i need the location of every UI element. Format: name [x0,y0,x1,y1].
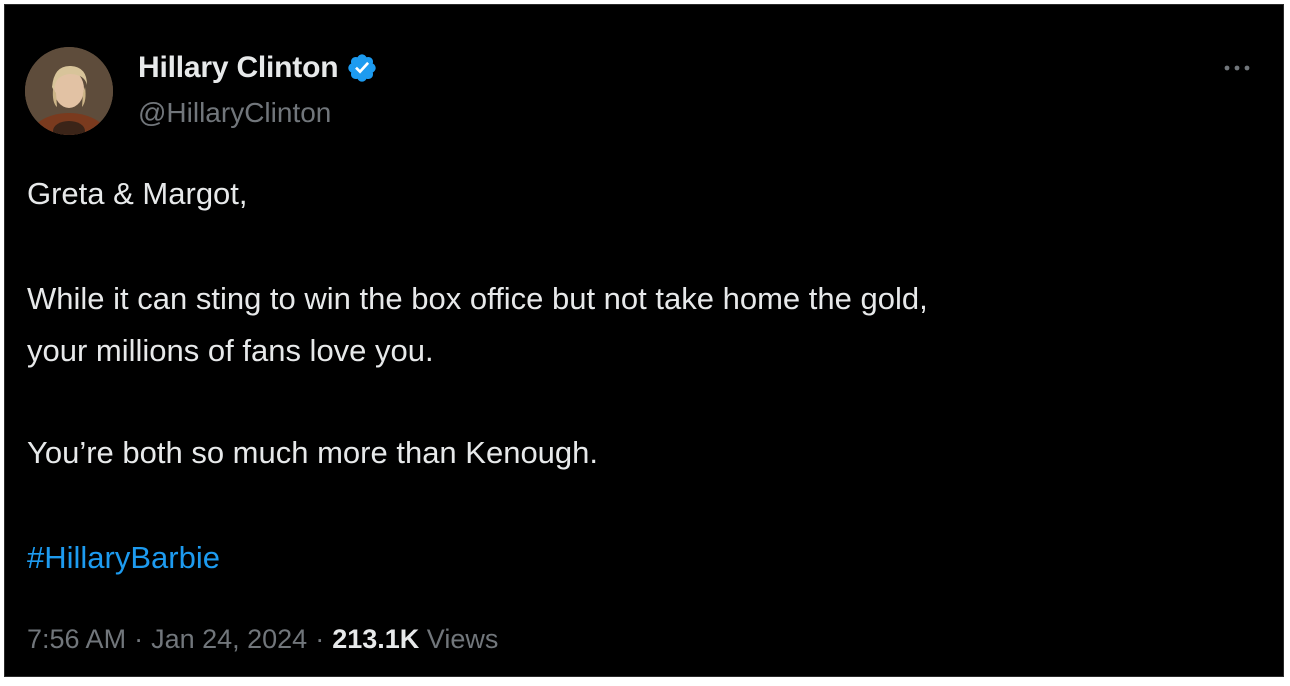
tweet-meta: 7:56 AM · Jan 24, 2024 · 213.1K Views [27,619,498,659]
tweet-card: Hillary Clinton @HillaryClinton Greta & … [4,4,1284,677]
author-name-row: Hillary Clinton [138,51,378,85]
views-count[interactable]: 213.1K [332,624,419,654]
more-options-button[interactable] [1219,55,1255,81]
tweet-text-line: Greta & Margot, [27,176,248,211]
author-handle[interactable]: @HillaryClinton [138,97,331,129]
tweet-date[interactable]: Jan 24, 2024 [151,624,307,654]
tweet-text-line: You’re both so much more than Kenough. [27,435,599,470]
hashtag-link[interactable]: #HillaryBarbie [27,532,220,584]
verified-badge-icon[interactable] [346,52,378,84]
meta-separator: · [134,624,144,654]
views-label: Views [426,624,499,654]
author-avatar[interactable] [25,47,113,135]
avatar-image [25,47,113,135]
tweet-text-line: While it can sting to win the box office… [27,281,928,316]
tweet-text-line: your millions of fans love you. [27,333,434,368]
meta-separator: · [315,624,325,654]
tweet-time[interactable]: 7:56 AM [27,624,126,654]
author-display-name[interactable]: Hillary Clinton [138,51,339,85]
more-options-icon [1224,65,1250,71]
